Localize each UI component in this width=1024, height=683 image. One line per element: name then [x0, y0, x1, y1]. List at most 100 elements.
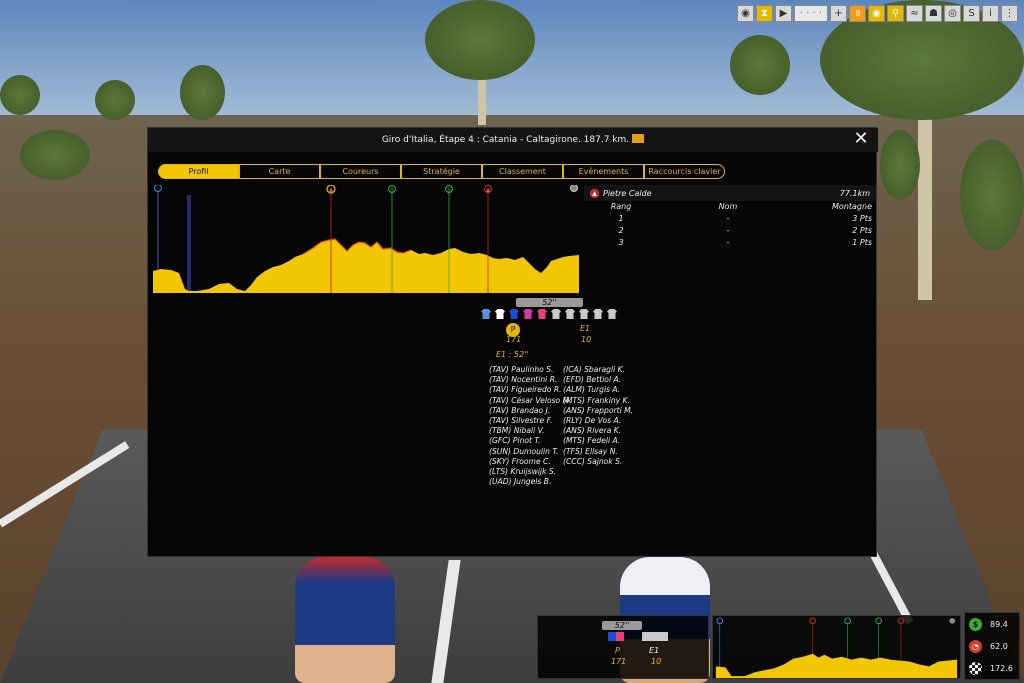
rider-jersey-icon[interactable]: [593, 309, 603, 319]
speed-slider[interactable]: · · · ·: [794, 4, 828, 22]
rider-name[interactable]: (TAV) César Veloso M.: [489, 396, 572, 406]
rider-name[interactable]: (SKY) Froome C.: [489, 457, 572, 467]
finish-marker-icon: [949, 617, 956, 624]
race-stats-panel: $ 89.4 ◔ 62.0 172.6: [964, 612, 1020, 680]
rider-name[interactable]: (TFS) Ellsay N.: [563, 447, 633, 457]
tree: [880, 130, 920, 200]
rider-name[interactable]: (TAV) Paulinho S.: [489, 365, 572, 375]
col-montagne: Montagne: [832, 202, 872, 211]
mini-gap-widget[interactable]: 52'' P 171 E1 10: [537, 615, 709, 679]
rider-name[interactable]: (LTS) Kruijswijk S.: [489, 467, 572, 477]
close-button[interactable]: ✕: [852, 130, 870, 149]
rider-name[interactable]: (RLY) De Vos A.: [563, 416, 633, 426]
bike-icon[interactable]: ⚲: [887, 4, 904, 22]
stage-profile-chart[interactable]: ▲ S S ▲: [153, 185, 579, 293]
team-icon[interactable]: ☗: [925, 4, 942, 22]
rider-jersey-icon[interactable]: [523, 309, 533, 319]
climb-name: Pietre Calde: [603, 188, 652, 198]
tree: [730, 35, 790, 95]
game-toolbar: ◉ ⧗ ▶ · · · · + ॥ ◉ ⚲ ≈ ☗ ◎ S i ⋮: [737, 4, 1018, 22]
tab-carte[interactable]: Carte: [239, 164, 320, 179]
rank-cell: 1: [618, 214, 624, 223]
rider-name[interactable]: (TBM) Nibali V.: [489, 426, 572, 436]
rank-cell: 3: [618, 238, 624, 247]
mini-stage-profile[interactable]: [712, 615, 961, 679]
rider-jersey-icon[interactable]: [551, 309, 561, 319]
distance-value: 172.6: [990, 663, 1013, 673]
eye-icon[interactable]: ◉: [868, 4, 885, 22]
gap-time-bar: 52'': [516, 298, 583, 307]
play-icon[interactable]: ▶: [775, 4, 792, 22]
stage-info-dialog: Giro d'Italia, Étape 4 : Catania - Calta…: [147, 127, 878, 557]
svg-text:▲: ▲: [329, 187, 334, 194]
table-row: 3 - 1 Pts: [584, 237, 876, 249]
breakaway-label[interactable]: E1: [580, 324, 590, 333]
rider-jersey-icon[interactable]: [607, 309, 617, 319]
rider-jersey-icon[interactable]: [579, 309, 589, 319]
cyclist-left: [295, 557, 395, 683]
mini-jersey-group: [642, 632, 668, 641]
breakaway-count: 10: [581, 335, 592, 344]
rider-name[interactable]: (EFD) Bettiol A.: [563, 375, 633, 385]
name-cell: -: [726, 226, 730, 235]
tree: [425, 0, 535, 80]
points-cell: 2 Pts: [852, 226, 872, 235]
pause-icon[interactable]: ॥: [849, 4, 866, 22]
svg-text:S: S: [447, 188, 451, 194]
col-rang: Rang: [610, 202, 632, 211]
money-icon: $: [969, 617, 982, 631]
rider-name[interactable]: (GFC) Pinot T.: [489, 436, 572, 446]
stage-flag-icon: [632, 134, 645, 143]
table-row: 1 - 3 Pts: [584, 213, 876, 225]
rider-name[interactable]: (ALM) Turgis A.: [563, 385, 633, 395]
tab-raccourcis[interactable]: Raccourcis clavier: [644, 164, 725, 179]
rider-name[interactable]: (MTS) Frankiny K.: [563, 396, 633, 406]
menu-icon[interactable]: ⋮: [1001, 4, 1018, 22]
kom-points-table: ▲ Pietre Calde 77.1km Rang Nom Montagne …: [584, 185, 876, 249]
rider-name[interactable]: (ICA) Sbaragli K.: [563, 365, 633, 375]
rider-name[interactable]: (TAV) Nocentini R.: [489, 375, 572, 385]
user-icon[interactable]: ◉: [737, 4, 754, 22]
tab-evenements[interactable]: Evénements: [563, 164, 644, 179]
tab-classement[interactable]: Classement: [482, 164, 563, 179]
tab-profil[interactable]: Profil: [158, 164, 239, 179]
sprint-marker-icon: [875, 617, 883, 625]
hourglass-icon[interactable]: ⧗: [756, 4, 773, 22]
tab-coureurs[interactable]: Coureurs: [320, 164, 401, 179]
rider-name[interactable]: (TAV) Brandao J.: [489, 406, 572, 416]
rider-name[interactable]: (ANS) Rivera K.: [563, 426, 633, 436]
table-header-row: Rang Nom Montagne: [584, 201, 876, 213]
rider-jersey-icon[interactable]: [509, 309, 519, 319]
mountain-icon: ▲: [590, 188, 599, 198]
climb-km: 77.1km: [839, 188, 870, 198]
finish-marker-icon: [570, 185, 578, 192]
race-position-marker: [187, 195, 191, 293]
svg-text:▲: ▲: [486, 187, 491, 194]
rider-jersey-icon[interactable]: [481, 309, 491, 319]
rider-jersey-icon[interactable]: [537, 309, 547, 319]
rider-jersey-icon[interactable]: [565, 309, 575, 319]
rider-name[interactable]: (TAV) Figueiredo R.: [489, 385, 572, 395]
mini-breakaway-count: 10: [651, 657, 662, 666]
tab-strategie[interactable]: Stratégie: [401, 164, 482, 179]
rider-name[interactable]: (CCC) Sajnok S.: [563, 457, 633, 467]
breakaway-gap: E1 : 52'': [496, 350, 529, 359]
plus-icon[interactable]: +: [830, 4, 847, 22]
rider-name[interactable]: (ANS) Frapporti M.: [563, 406, 633, 416]
rider-name[interactable]: (TAV) Silvestre F.: [489, 416, 572, 426]
name-cell: -: [726, 214, 730, 223]
speed-value: 62.0: [990, 641, 1008, 651]
mini-jersey: [616, 632, 624, 641]
rider-name[interactable]: (SUN) Dumoulin T.: [489, 447, 572, 457]
rank-cell: 2: [618, 226, 624, 235]
mini-gap-time: 52'': [602, 621, 642, 630]
wind-icon[interactable]: ≈: [906, 4, 923, 22]
rider-name[interactable]: (MTS) Fedeli A.: [563, 436, 633, 446]
mini-breakaway-label: E1: [649, 646, 660, 655]
target-icon[interactable]: ◎: [944, 4, 961, 22]
ai-icon[interactable]: S: [963, 4, 980, 22]
rider-name[interactable]: (UAD) Jungels B.: [489, 477, 572, 487]
info-icon[interactable]: i: [982, 4, 999, 22]
rider-jersey-icon[interactable]: [495, 309, 505, 319]
money-stat: $ 89.4: [965, 613, 1019, 635]
